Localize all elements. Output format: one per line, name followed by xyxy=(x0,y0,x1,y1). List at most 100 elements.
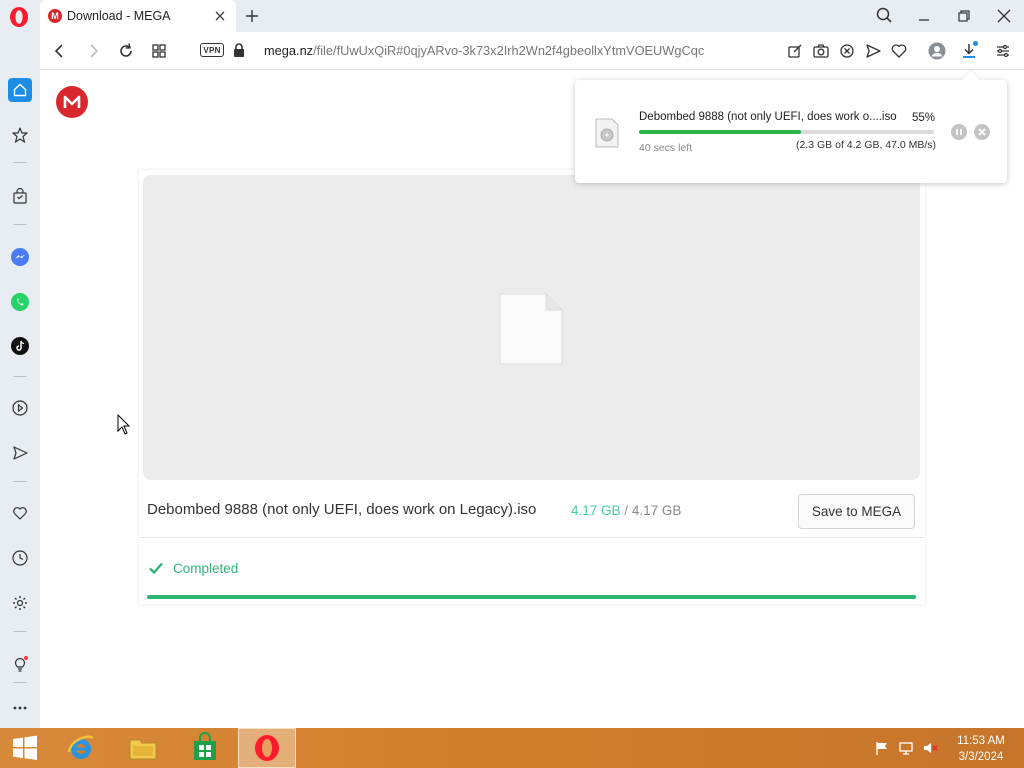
restore-button[interactable] xyxy=(953,5,975,27)
heart-icon[interactable] xyxy=(889,41,909,61)
easy-setup-icon[interactable] xyxy=(993,41,1013,61)
taskbar-opera[interactable] xyxy=(238,728,296,768)
size-separator: / xyxy=(624,503,629,518)
cancel-download-button[interactable] xyxy=(974,124,990,140)
clock-date: 3/3/2024 xyxy=(958,751,1004,763)
camera-icon[interactable] xyxy=(811,41,831,61)
sidebar-my-flow[interactable] xyxy=(8,441,32,465)
sidebar-history[interactable] xyxy=(8,546,32,570)
sidebar-shopping[interactable] xyxy=(8,184,32,208)
store-icon xyxy=(194,732,216,760)
download-time-left: 40 secs left xyxy=(639,142,693,154)
close-window-button[interactable] xyxy=(993,5,1015,27)
download-status: Completed xyxy=(147,556,238,580)
download-popup-progress-fill xyxy=(639,130,802,134)
sidebar-tiktok[interactable] xyxy=(8,334,32,358)
generic-file-icon xyxy=(498,292,564,366)
close-icon xyxy=(978,128,986,136)
file-info-row: Debombed 9888 (not only UEFI, does work … xyxy=(139,486,925,538)
lightbulb-icon xyxy=(14,656,28,672)
send-icon xyxy=(13,446,28,460)
lock-icon[interactable] xyxy=(232,42,246,58)
more-dots-icon xyxy=(13,706,27,710)
new-tab-button[interactable] xyxy=(243,7,261,25)
download-popup-progress-bar xyxy=(639,130,934,134)
sidebar-tips[interactable] xyxy=(8,652,32,676)
status-text: Completed xyxy=(173,560,239,576)
taskbar-store[interactable] xyxy=(176,728,234,768)
network-icon[interactable] xyxy=(898,740,914,756)
address-bar: VPN mega.nz/file/fUwUxQiR#0qjyARvo-3k73x… xyxy=(40,32,1024,70)
download-file-name[interactable]: Debombed 9888 (not only UEFI, does work … xyxy=(639,111,897,123)
tab-strip: M Download - MEGA xyxy=(0,0,1024,32)
sidebar-speed-dial[interactable] xyxy=(8,78,32,102)
file-preview xyxy=(143,175,920,480)
sidebar-messenger[interactable] xyxy=(8,245,32,269)
url-path: /file/fUwUxQiR#0qjyARvo-3k73x2Irh2Wn2f4g… xyxy=(313,43,705,58)
pause-download-button[interactable] xyxy=(951,124,967,140)
mouse-cursor-icon xyxy=(117,413,131,436)
close-tab-icon[interactable] xyxy=(212,8,228,24)
sidebar-pinboards[interactable] xyxy=(8,501,32,525)
vpn-badge[interactable]: VPN xyxy=(200,43,224,57)
mega-favicon-icon: M xyxy=(48,9,62,23)
tab-grid-icon[interactable] xyxy=(149,41,169,61)
adblock-icon[interactable] xyxy=(837,41,857,61)
start-button[interactable] xyxy=(0,728,50,768)
opera-menu-icon[interactable] xyxy=(8,6,30,28)
check-icon xyxy=(149,562,163,575)
mega-m-icon xyxy=(63,95,81,108)
volume-muted-icon[interactable] xyxy=(922,740,938,756)
search-tabs-icon[interactable] xyxy=(873,5,895,27)
sidebar-more[interactable] xyxy=(8,696,32,720)
file-size: 4.17 GB / 4.17 GB xyxy=(571,503,681,518)
minimize-button[interactable] xyxy=(913,5,935,27)
windows-taskbar: 11:53 AM 3/3/2024 xyxy=(0,728,1024,768)
disc-image-file-icon xyxy=(595,118,619,148)
sidebar-bookmarks[interactable] xyxy=(8,123,32,147)
download-progress-fill xyxy=(147,595,916,599)
taskbar-clock[interactable]: 11:53 AM 3/3/2024 xyxy=(948,733,1014,765)
gear-icon xyxy=(13,596,27,610)
taskbar-file-explorer[interactable] xyxy=(114,728,172,768)
tiktok-icon xyxy=(11,337,29,355)
total-size: 4.17 GB xyxy=(631,503,682,518)
send-icon[interactable] xyxy=(863,41,883,61)
reload-button[interactable] xyxy=(116,41,136,61)
pause-icon xyxy=(956,129,962,135)
url-domain: mega.nz xyxy=(264,43,314,58)
profile-avatar-icon[interactable] xyxy=(927,41,947,61)
downloads-popup: Debombed 9888 (not only UEFI, does work … xyxy=(575,80,1007,183)
url-field[interactable]: mega.nz/file/fUwUxQiR#0qjyARvo-3k73x2Irh… xyxy=(264,43,704,58)
mega-logo[interactable] xyxy=(56,86,88,118)
windows-logo-icon xyxy=(13,735,37,760)
clock-time: 11:53 AM xyxy=(957,735,1005,747)
folder-icon xyxy=(129,739,157,760)
internet-explorer-icon xyxy=(67,735,94,759)
sidebar-player[interactable] xyxy=(8,396,32,420)
download-detail: (2.3 GB of 4.2 GB, 47.0 MB/s) xyxy=(796,139,937,151)
edit-icon[interactable] xyxy=(785,41,805,61)
downloaded-size: 4.17 GB xyxy=(571,503,621,518)
tab-title: Download - MEGA xyxy=(67,9,171,23)
file-download-card: Debombed 9888 (not only UEFI, does work … xyxy=(139,170,925,604)
shopping-bag-icon xyxy=(13,187,27,204)
sidebar xyxy=(0,32,40,728)
downloads-icon[interactable] xyxy=(959,41,979,61)
save-to-mega-button[interactable]: Save to MEGA xyxy=(798,494,915,529)
messenger-icon xyxy=(11,248,29,266)
player-icon xyxy=(12,400,28,416)
sidebar-whatsapp[interactable] xyxy=(8,290,32,314)
sidebar-settings[interactable] xyxy=(8,591,32,615)
file-name: Debombed 9888 (not only UEFI, does work … xyxy=(147,501,537,518)
download-percent: 55% xyxy=(912,112,936,124)
tab-download-mega[interactable]: M Download - MEGA xyxy=(40,0,236,32)
forward-button[interactable] xyxy=(83,41,103,61)
opera-icon xyxy=(255,735,279,761)
bookmark-star-icon xyxy=(12,127,28,143)
taskbar-internet-explorer[interactable] xyxy=(52,728,110,768)
whatsapp-icon xyxy=(11,293,29,311)
home-icon xyxy=(13,83,27,97)
action-center-flag-icon[interactable] xyxy=(874,740,890,756)
back-button[interactable] xyxy=(50,41,70,61)
